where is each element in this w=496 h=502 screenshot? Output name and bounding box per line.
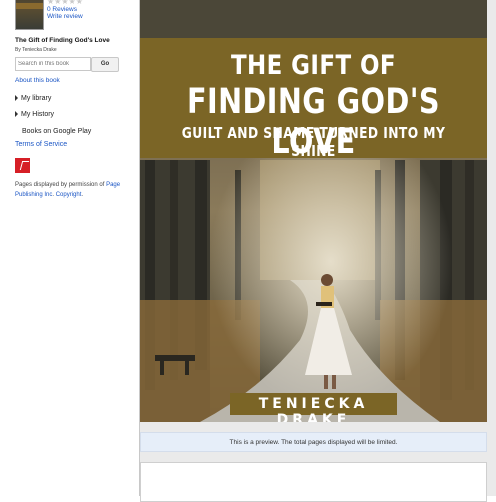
cover-page: THE GIFT OF FINDING GOD'S LOVE GUILT AND… <box>140 0 487 422</box>
book-byline: By Teniecka Drake <box>15 47 57 53</box>
book-viewer: THE GIFT OF FINDING GOD'S LOVE GUILT AND… <box>139 0 496 502</box>
my-history-label: My History <box>21 111 55 118</box>
write-review-link[interactable]: Write review <box>47 13 83 20</box>
cover-subtitle: GUILT AND SHAME TURNED INTO MY SHINE <box>181 124 446 160</box>
next-page <box>140 462 487 502</box>
my-library-label: My library <box>21 95 52 102</box>
copyright-link[interactable]: Copyright <box>56 192 82 198</box>
book-thumbnail[interactable] <box>15 0 44 30</box>
book-title: The Gift of Finding God's Love <box>15 37 110 44</box>
publisher-logo[interactable] <box>15 158 30 173</box>
cover-author: TENIECKA DRAKE <box>258 396 369 422</box>
permission-text: Pages displayed by permission of Page Pu… <box>15 182 121 198</box>
search-in-book-input[interactable] <box>15 57 91 71</box>
my-history-item[interactable]: My History <box>15 111 54 118</box>
go-button[interactable]: Go <box>91 57 119 72</box>
reviews-link[interactable]: 0 Reviews <box>47 6 77 13</box>
about-this-book-link[interactable]: About this book <box>15 77 60 84</box>
expand-triangle-icon <box>15 95 18 102</box>
sidebar: ★★★★★ 0 Reviews Write review The Gift of… <box>0 0 139 496</box>
terms-of-service-link[interactable]: Terms of Service <box>15 141 67 148</box>
permission-prefix: Pages displayed by permission of <box>15 182 107 188</box>
preview-notice: This is a preview. The total pages displ… <box>140 432 487 452</box>
cover-title-line1: THE GIFT OF <box>230 50 397 81</box>
expand-triangle-icon <box>15 111 18 118</box>
viewer-scrollbar[interactable] <box>487 0 496 496</box>
my-library-item[interactable]: My library <box>15 95 51 102</box>
books-on-google-play-link[interactable]: Books on Google Play <box>22 128 91 135</box>
